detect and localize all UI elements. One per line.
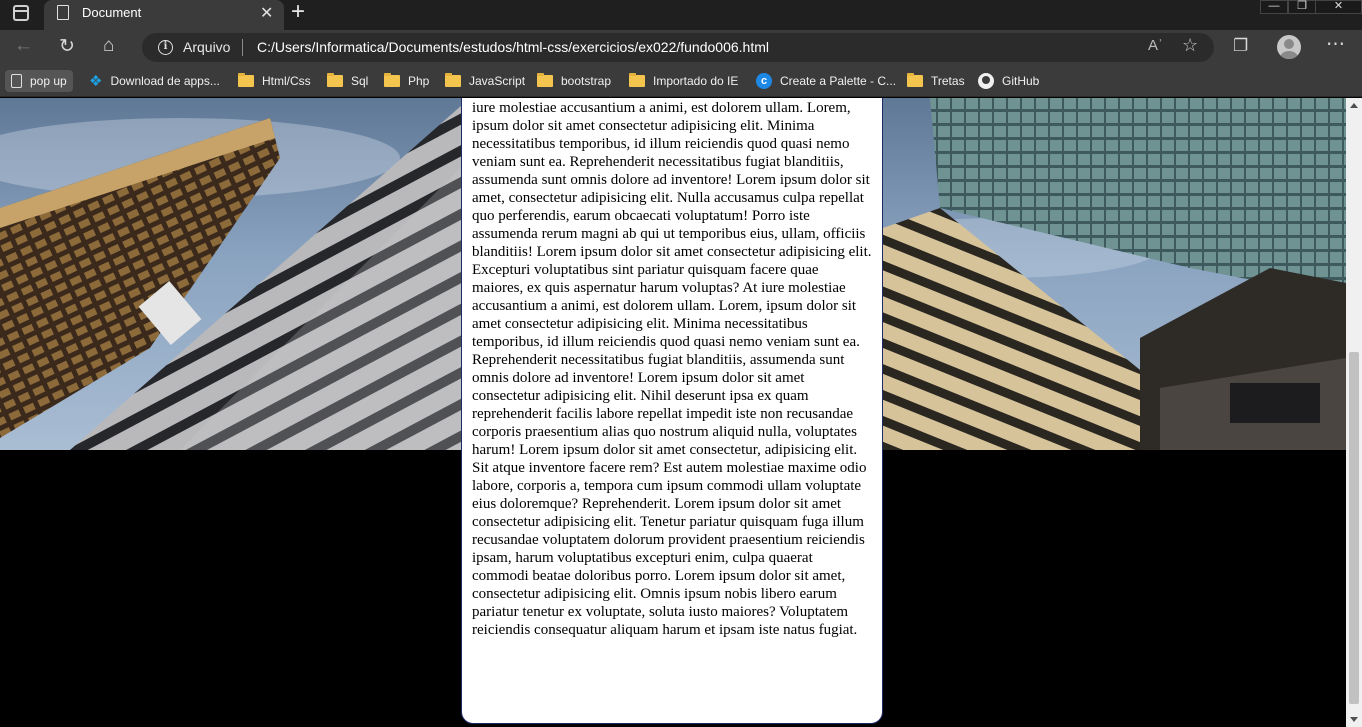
- more-options-icon[interactable]: ⋯: [1326, 33, 1345, 56]
- address-url[interactable]: C:/Users/Informatica/Documents/estudos/h…: [257, 39, 769, 55]
- navigation-toolbar: ← ↻ ⌂ i Arquivo C:/Users/Informatica/Doc…: [0, 30, 1362, 64]
- window-controls: — ❐ ✕: [1260, 0, 1362, 14]
- bookmark-label: Sql: [351, 74, 369, 88]
- bookmark-bootstrap[interactable]: bootstrap: [537, 70, 611, 92]
- folder-icon: [629, 73, 645, 87]
- minimize-button[interactable]: —: [1260, 0, 1288, 14]
- folder-icon: [238, 73, 254, 87]
- coolors-icon: c: [756, 73, 772, 89]
- bookmarks-bar: pop up ❖ Download de apps... Html/Css Sq…: [0, 64, 1362, 97]
- download-app-icon: ❖: [89, 73, 103, 90]
- bookmark-label: bootstrap: [561, 74, 612, 88]
- bookmark-download-apps[interactable]: ❖ Download de apps...: [89, 70, 220, 92]
- title-bar: Document ✕ + — ❐ ✕: [0, 0, 1362, 30]
- content-panel: iure molestiae accusantium a animi, est …: [461, 98, 883, 724]
- bookmark-label: Download de apps...: [110, 74, 220, 88]
- bookmark-importado-ie[interactable]: Importado do IE: [629, 70, 738, 92]
- bookmark-label: Create a Palette - C...: [780, 74, 897, 88]
- folder-icon: [537, 73, 553, 87]
- page-viewport: iure molestiae accusantium a animi, est …: [0, 98, 1346, 727]
- github-icon: [978, 73, 994, 89]
- address-bar[interactable]: i Arquivo C:/Users/Informatica/Documents…: [142, 33, 1214, 62]
- bookmark-label: Importado do IE: [653, 74, 739, 88]
- scroll-up-arrow-icon[interactable]: [1350, 103, 1358, 108]
- document-icon: [57, 5, 69, 20]
- bookmark-github[interactable]: GitHub: [978, 70, 1039, 92]
- add-favorite-icon[interactable]: ☆: [1182, 35, 1198, 56]
- bookmark-label: Php: [408, 74, 430, 88]
- scrollbar-thumb[interactable]: [1349, 352, 1359, 704]
- profile-avatar[interactable]: [1277, 35, 1301, 59]
- bookmark-sql[interactable]: Sql: [327, 70, 368, 92]
- page-icon: [11, 74, 22, 88]
- vertical-scrollbar[interactable]: [1346, 98, 1362, 727]
- address-separator: [242, 39, 243, 56]
- scroll-down-arrow-icon[interactable]: [1350, 717, 1358, 722]
- tab-close-icon[interactable]: ✕: [260, 3, 273, 23]
- tab-document[interactable]: Document ✕: [44, 0, 284, 30]
- article-text: iure molestiae accusantium a animi, est …: [472, 100, 872, 638]
- home-icon[interactable]: ⌂: [103, 35, 114, 57]
- bookmark-html-css[interactable]: Html/Css: [238, 70, 311, 92]
- bookmark-label: pop up: [30, 74, 67, 88]
- folder-icon: [384, 73, 400, 87]
- bookmark-javascript[interactable]: JavaScript: [445, 70, 525, 92]
- bookmark-label: Html/Css: [262, 74, 311, 88]
- bookmark-label: GitHub: [1002, 74, 1040, 88]
- read-aloud-icon[interactable]: Aʾ: [1148, 37, 1163, 54]
- bookmark-tretas[interactable]: Tretas: [907, 70, 965, 92]
- tab-actions-icon[interactable]: [13, 5, 29, 21]
- bookmark-pop-up[interactable]: pop up: [5, 70, 73, 92]
- close-window-button[interactable]: ✕: [1316, 0, 1362, 14]
- folder-icon: [907, 73, 923, 87]
- back-arrow-icon[interactable]: ←: [14, 35, 33, 57]
- address-scheme: Arquivo: [183, 39, 231, 55]
- bookmark-php[interactable]: Php: [384, 70, 429, 92]
- folder-icon: [327, 73, 343, 87]
- tab-title: Document: [82, 5, 142, 20]
- info-icon[interactable]: i: [158, 40, 173, 55]
- refresh-icon[interactable]: ↻: [59, 35, 75, 58]
- bookmark-label: Tretas: [931, 74, 965, 88]
- restore-button[interactable]: ❐: [1288, 0, 1316, 14]
- new-tab-button[interactable]: +: [291, 0, 305, 26]
- bookmark-label: JavaScript: [469, 74, 526, 88]
- bookmark-create-palette[interactable]: c Create a Palette - C...: [756, 70, 896, 92]
- collections-icon[interactable]: ❐: [1233, 36, 1248, 56]
- folder-icon: [445, 73, 461, 87]
